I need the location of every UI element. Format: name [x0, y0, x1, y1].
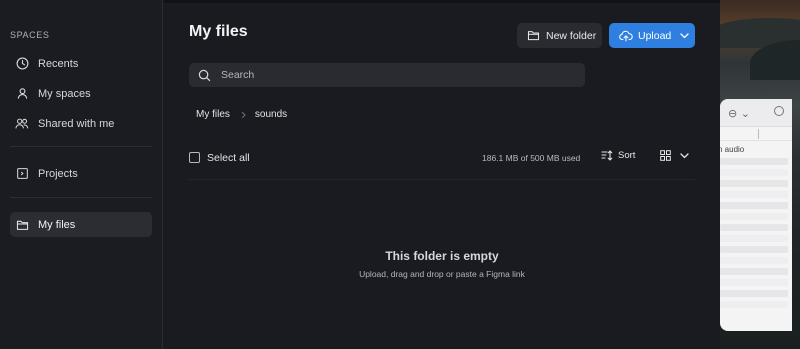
sort-icon	[601, 150, 613, 161]
view-toggle-button[interactable]	[660, 150, 689, 161]
list-row	[720, 213, 788, 220]
sidebar-item-label: My spaces	[38, 87, 91, 100]
folder-icon	[15, 218, 29, 232]
breadcrumb: My files sounds	[196, 109, 287, 120]
search-icon[interactable]	[774, 106, 784, 116]
sidebar: SPACES Recents My spaces Shared with me …	[0, 0, 163, 349]
sidebar-item-recents[interactable]: Recents	[10, 51, 152, 76]
select-all-label[interactable]: Select all	[207, 152, 250, 164]
list-row	[720, 246, 788, 253]
background-window[interactable]: ⊖ ⌄ n audio	[720, 99, 792, 331]
empty-state-subtitle: Upload, drag and drop or paste a Figma l…	[359, 269, 525, 279]
sort-button[interactable]: Sort	[601, 150, 635, 161]
grid-view-icon	[660, 150, 671, 161]
sidebar-item-label: Projects	[38, 167, 78, 180]
upload-button[interactable]: Upload	[609, 23, 695, 48]
sidebar-item-my-files[interactable]: My files	[10, 212, 152, 237]
sort-label: Sort	[618, 150, 636, 161]
list-row	[720, 279, 788, 286]
person-icon	[15, 87, 29, 101]
list-row	[720, 224, 788, 231]
main-panel: My files New folder Upload My files soun…	[164, 0, 720, 349]
background-window-toolbar: ⊖ ⌄	[720, 99, 792, 127]
list-row	[720, 290, 788, 297]
storage-usage-text: 186.1 MB of 500 MB used	[482, 153, 581, 163]
list-divider	[189, 179, 695, 180]
sidebar-item-shared-with-me[interactable]: Shared with me	[10, 111, 152, 136]
clock-icon	[15, 57, 29, 71]
list-row	[720, 169, 788, 176]
breadcrumb-item-sounds: sounds	[254, 109, 288, 120]
chevron-down-icon	[680, 152, 689, 159]
more-options-icon[interactable]: ⊖ ⌄	[728, 107, 750, 120]
sidebar-item-label: Shared with me	[38, 117, 115, 130]
list-row	[720, 235, 788, 242]
list-row	[720, 180, 788, 187]
chevron-right-icon	[241, 111, 246, 119]
new-folder-button[interactable]: New folder	[517, 23, 602, 48]
project-icon	[15, 167, 29, 181]
cloud-upload-icon	[619, 30, 633, 42]
search-input[interactable]	[221, 69, 561, 81]
top-edge	[164, 0, 720, 3]
sidebar-item-label: My files	[38, 218, 76, 231]
search-icon	[198, 69, 211, 82]
list-row	[720, 257, 788, 264]
people-icon	[15, 117, 29, 131]
background-window-tabs	[720, 127, 792, 141]
background-window-text: n audio	[720, 145, 745, 154]
list-row	[720, 158, 788, 165]
sidebar-divider	[10, 146, 152, 147]
sidebar-divider	[10, 197, 152, 198]
file-toolbar: Select all 186.1 MB of 500 MB used Sort	[189, 150, 695, 166]
spaces-section-label: SPACES	[10, 30, 50, 40]
new-folder-label: New folder	[546, 29, 597, 42]
page-title: My files	[189, 23, 248, 40]
list-row	[720, 268, 788, 275]
search-bar[interactable]	[189, 63, 585, 87]
breadcrumb-item-my-files[interactable]: My files	[196, 109, 230, 120]
folder-icon	[527, 30, 540, 41]
sidebar-item-projects[interactable]: Projects	[10, 161, 152, 186]
select-all-checkbox[interactable]	[189, 152, 200, 163]
desktop-background: ⊖ ⌄ n audio	[720, 0, 800, 349]
list-row	[720, 191, 788, 198]
upload-label: Upload	[638, 29, 672, 42]
empty-state-title: This folder is empty	[385, 249, 499, 263]
chevron-down-icon[interactable]	[680, 32, 689, 39]
sidebar-item-label: Recents	[38, 57, 79, 70]
list-row	[720, 301, 788, 308]
sidebar-item-my-spaces[interactable]: My spaces	[10, 81, 152, 106]
list-row	[720, 202, 788, 209]
